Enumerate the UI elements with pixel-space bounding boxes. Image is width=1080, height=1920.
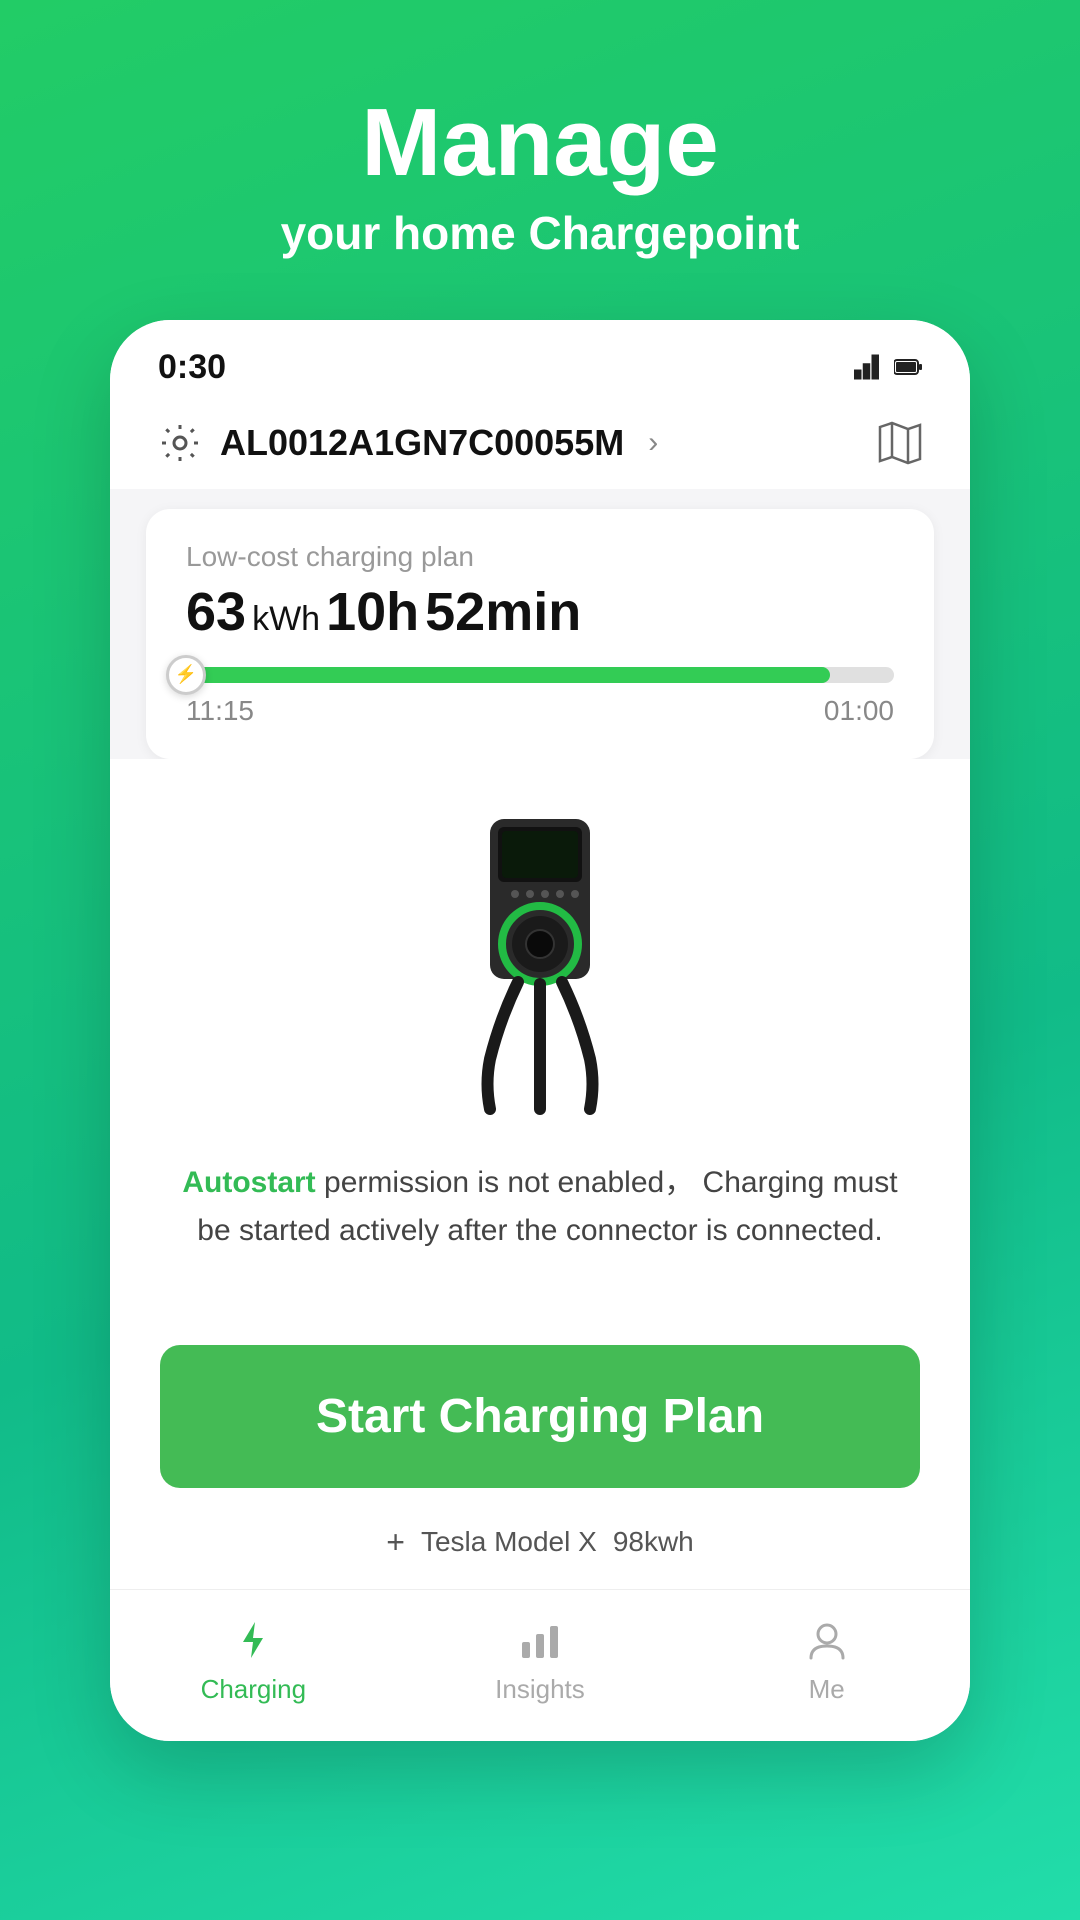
plan-stats: 63 kWh 10h 52min xyxy=(186,581,894,643)
header: Manage your home Chargepoint xyxy=(281,0,800,320)
tab-bar: Charging Insights Me xyxy=(110,1589,970,1741)
signal-icon xyxy=(854,354,884,380)
autostart-highlight: Autostart xyxy=(182,1166,315,1199)
plan-label: Low-cost charging plan xyxy=(186,541,894,573)
status-time: 0:30 xyxy=(158,348,226,387)
progress-times: 11:15 01:00 xyxy=(186,695,894,727)
plus-icon: + xyxy=(386,1524,405,1561)
energy-unit: kWh xyxy=(252,600,320,639)
start-charging-plan-button[interactable]: Start Charging Plan xyxy=(160,1345,920,1488)
battery-icon xyxy=(894,354,922,380)
vehicle-name: Tesla Model X xyxy=(421,1526,597,1558)
me-tab-icon xyxy=(801,1614,853,1666)
vehicle-row[interactable]: + Tesla Model X 98kwh xyxy=(110,1508,970,1589)
charger-illustration xyxy=(440,799,640,1119)
autostart-message: Autostart permission is not enabled， Cha… xyxy=(110,1139,970,1285)
bolt-icon: ⚡ xyxy=(175,664,197,685)
time-end: 01:00 xyxy=(824,695,894,727)
status-bar: 0:30 xyxy=(110,320,970,397)
tab-charging-label: Charging xyxy=(201,1674,307,1705)
vehicle-battery: 98kwh xyxy=(613,1526,694,1558)
progress-thumb: ⚡ xyxy=(166,655,206,695)
progress-container: ⚡ xyxy=(186,667,894,683)
device-id-section[interactable]: AL0012A1GN7C00055M › xyxy=(158,421,658,465)
start-button-section: Start Charging Plan xyxy=(110,1325,970,1508)
tab-me[interactable]: Me xyxy=(737,1614,917,1705)
chevron-right-icon: › xyxy=(648,426,658,460)
progress-bar-bg: ⚡ xyxy=(186,667,894,683)
charger-image-section xyxy=(110,759,970,1139)
phone-card: 0:30 AL0012A1GN7C00055M › xyxy=(110,320,970,1741)
time-start: 11:15 xyxy=(186,695,254,727)
charging-tab-icon xyxy=(227,1614,279,1666)
tab-insights[interactable]: Insights xyxy=(450,1614,630,1705)
gear-icon xyxy=(158,421,202,465)
header-title: Manage xyxy=(281,90,800,196)
tab-me-label: Me xyxy=(809,1674,845,1705)
charging-plan-card: Low-cost charging plan 63 kWh 10h 52min … xyxy=(146,509,934,759)
time-hours: 10h xyxy=(326,581,419,643)
energy-value: 63 xyxy=(186,581,246,643)
header-subtitle: your home Chargepoint xyxy=(281,206,800,260)
map-icon[interactable] xyxy=(878,421,922,465)
tab-insights-label: Insights xyxy=(495,1674,585,1705)
device-header: AL0012A1GN7C00055M › xyxy=(110,397,970,489)
device-id: AL0012A1GN7C00055M xyxy=(220,422,624,464)
time-minutes: 52min xyxy=(425,581,581,643)
insights-tab-icon xyxy=(514,1614,566,1666)
progress-bar-fill xyxy=(186,667,830,683)
status-icons xyxy=(854,354,922,380)
tab-charging[interactable]: Charging xyxy=(163,1614,343,1705)
spacer xyxy=(110,1285,970,1325)
